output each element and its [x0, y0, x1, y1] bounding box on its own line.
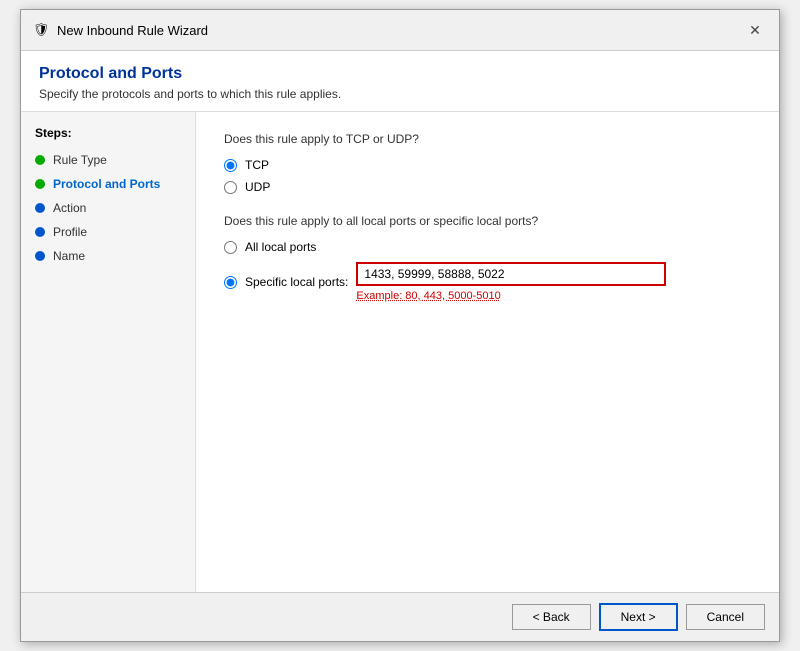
main-content: Does this rule apply to TCP or UDP? TCP … — [196, 112, 779, 592]
sidebar-item-label: Name — [53, 249, 85, 263]
sidebar: Steps: Rule Type Protocol and Ports Acti… — [21, 112, 196, 592]
example-text: Example: 80, 443, 5000-5010 — [356, 290, 666, 302]
step-dot-rule-type — [35, 155, 45, 165]
step-dot-profile — [35, 227, 45, 237]
specific-ports-radio[interactable] — [224, 276, 237, 289]
ports-input-wrapper: Example: 80, 443, 5000-5010 — [356, 262, 666, 302]
specific-ports-option: Specific local ports: Example: 80, 443, … — [224, 262, 751, 302]
sidebar-item-protocol-ports[interactable]: Protocol and Ports — [21, 172, 195, 196]
sidebar-item-label: Protocol and Ports — [53, 177, 160, 191]
title-bar-left: 🛡 New Inbound Rule Wizard — [33, 22, 208, 38]
sidebar-item-label: Rule Type — [53, 153, 107, 167]
all-ports-radio[interactable] — [224, 241, 237, 254]
sidebar-item-label: Action — [53, 201, 86, 215]
udp-option: UDP — [224, 180, 751, 194]
sidebar-item-label: Profile — [53, 225, 87, 239]
content-area: Steps: Rule Type Protocol and Ports Acti… — [21, 112, 779, 592]
specific-ports-label[interactable]: Specific local ports: — [245, 275, 348, 289]
ports-radio-group: All local ports Specific local ports: Ex… — [224, 240, 751, 302]
sidebar-item-rule-type[interactable]: Rule Type — [21, 148, 195, 172]
tcp-option: TCP — [224, 158, 751, 172]
tcp-udp-group: TCP UDP — [224, 158, 751, 194]
all-ports-label[interactable]: All local ports — [245, 240, 316, 254]
cancel-button[interactable]: Cancel — [686, 604, 765, 630]
title-bar: 🛡 New Inbound Rule Wizard ✕ — [21, 10, 779, 51]
udp-label[interactable]: UDP — [245, 180, 270, 194]
udp-radio[interactable] — [224, 181, 237, 194]
back-button[interactable]: < Back — [512, 604, 591, 630]
ports-input[interactable] — [356, 262, 666, 286]
tcp-udp-question: Does this rule apply to TCP or UDP? — [224, 132, 751, 146]
step-dot-action — [35, 203, 45, 213]
next-button[interactable]: Next > — [599, 603, 678, 631]
sidebar-item-name[interactable]: Name — [21, 244, 195, 268]
page-subtitle: Specify the protocols and ports to which… — [39, 87, 761, 101]
wizard-icon: 🛡 — [33, 22, 49, 38]
sidebar-item-action[interactable]: Action — [21, 196, 195, 220]
page-title: Protocol and Ports — [39, 65, 761, 83]
ports-question: Does this rule apply to all local ports … — [224, 214, 751, 228]
dialog-window: 🛡 New Inbound Rule Wizard ✕ Protocol and… — [20, 9, 780, 642]
dialog-title: New Inbound Rule Wizard — [57, 23, 208, 38]
tcp-label[interactable]: TCP — [245, 158, 269, 172]
tcp-radio[interactable] — [224, 159, 237, 172]
ports-section: Does this rule apply to all local ports … — [224, 214, 751, 302]
sidebar-item-profile[interactable]: Profile — [21, 220, 195, 244]
all-ports-option: All local ports — [224, 240, 751, 254]
step-dot-name — [35, 251, 45, 261]
header-section: Protocol and Ports Specify the protocols… — [21, 51, 779, 112]
close-button[interactable]: ✕ — [743, 18, 767, 42]
steps-label: Steps: — [21, 126, 195, 148]
footer: < Back Next > Cancel — [21, 592, 779, 641]
step-dot-protocol-ports — [35, 179, 45, 189]
